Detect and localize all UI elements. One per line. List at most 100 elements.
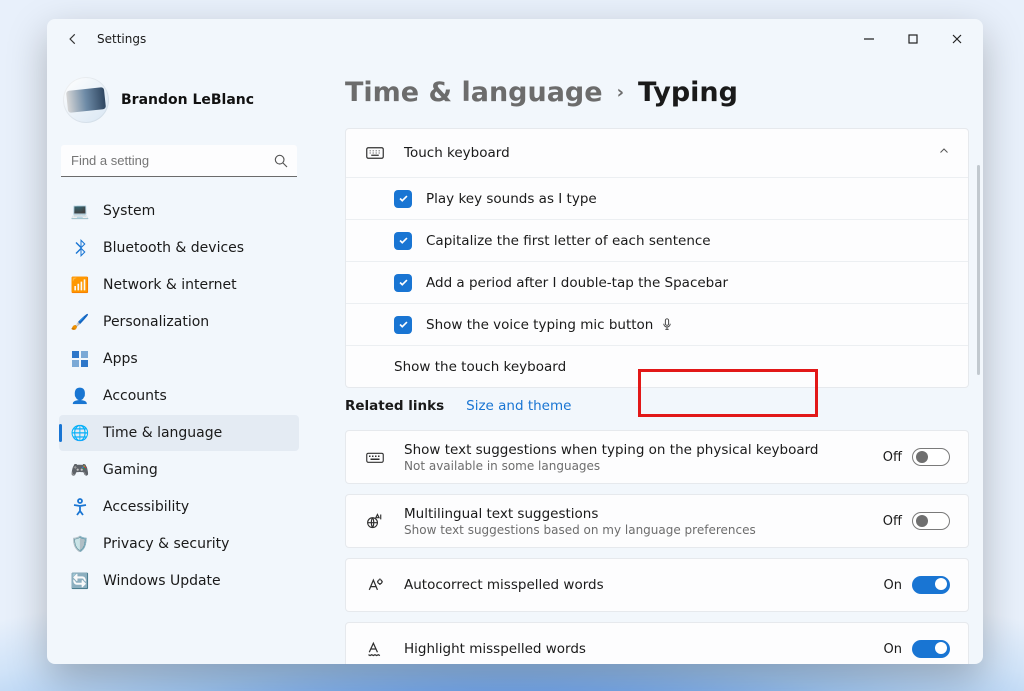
nav: 💻System Bluetooth & devices 📶 Network & int…	[59, 193, 299, 599]
toggle[interactable]: On	[884, 640, 950, 658]
profile-name: Brandon LeBlanc	[121, 92, 254, 108]
nav-icon: 👤	[71, 387, 89, 405]
setting-card: Show text suggestions when typing on the…	[345, 430, 969, 484]
sidebar-item-network-internet[interactable]: 📶 Network & internet	[59, 267, 299, 303]
nav-label: Personalization	[103, 314, 209, 330]
sidebar-item-privacy-security[interactable]: 🛡️Privacy & security	[59, 526, 299, 562]
sidebar-item-personalization[interactable]: 🖌️ Personalization	[59, 304, 299, 340]
nav-label: Time & language	[103, 425, 222, 441]
close-icon	[952, 34, 962, 44]
nav-label: Accounts	[103, 388, 167, 404]
checkbox[interactable]	[394, 232, 412, 250]
sidebar-item-bluetooth-devices[interactable]: Bluetooth & devices	[59, 230, 299, 266]
close-button[interactable]	[935, 21, 979, 57]
keyboard-icon	[364, 144, 386, 162]
option-label: Capitalize the first letter of each sent…	[426, 233, 711, 249]
setting-row[interactable]: Multilingual text suggestionsShow text s…	[346, 495, 968, 547]
related-label: Related links	[345, 398, 444, 414]
switch[interactable]	[912, 448, 950, 466]
nav-icon: 💻	[71, 202, 89, 220]
option-label: Show the touch keyboard	[394, 359, 566, 375]
window-title: Settings	[97, 32, 146, 46]
avatar	[63, 77, 109, 123]
toggle[interactable]: Off	[883, 448, 950, 466]
nav-label: Privacy & security	[103, 536, 229, 552]
related-links: Related links Size and theme	[345, 398, 969, 414]
search-box[interactable]	[61, 145, 297, 177]
minimize-button[interactable]	[847, 21, 891, 57]
setting-title: Show text suggestions when typing on the…	[404, 442, 883, 458]
toggle[interactable]: Off	[883, 512, 950, 530]
touch-keyboard-header[interactable]: Touch keyboard	[346, 129, 968, 177]
setting-row[interactable]: Autocorrect misspelled wordsOn	[346, 559, 968, 611]
switch[interactable]	[912, 640, 950, 658]
setting-subtitle: Not available in some languages	[404, 459, 883, 473]
nav-icon: 🎮	[71, 461, 89, 479]
touch-keyboard-title: Touch keyboard	[404, 145, 510, 161]
sidebar-item-gaming[interactable]: 🎮 Gaming	[59, 452, 299, 488]
nav-label: Accessibility	[103, 499, 189, 515]
touch-keyboard-option[interactable]: Capitalize the first letter of each sent…	[346, 219, 968, 261]
nav-label: Windows Update	[103, 573, 221, 589]
nav-label: Bluetooth & devices	[103, 240, 244, 256]
sidebar: Brandon LeBlanc 💻System Bluetooth & devic…	[47, 59, 307, 664]
sidebar-item-accessibility[interactable]: Accessibility	[59, 489, 299, 525]
arrow-left-icon	[66, 32, 80, 46]
setting-card: Multilingual text suggestionsShow text s…	[345, 494, 969, 548]
breadcrumb-parent[interactable]: Time & language	[345, 77, 603, 108]
back-button[interactable]	[55, 21, 91, 57]
scrollbar[interactable]	[977, 165, 980, 375]
touch-keyboard-option[interactable]: Show the voice typing mic button	[346, 303, 968, 345]
setting-icon	[364, 448, 386, 466]
profile[interactable]: Brandon LeBlanc	[59, 63, 299, 141]
setting-title: Autocorrect misspelled words	[404, 577, 884, 593]
toggle[interactable]: On	[884, 576, 950, 594]
sidebar-item-time-language[interactable]: 🌐Time & language	[59, 415, 299, 451]
setting-row[interactable]: Show text suggestions when typing on the…	[346, 431, 968, 483]
sidebar-item-windows-update[interactable]: 🔄 Windows Update	[59, 563, 299, 599]
maximize-icon	[908, 34, 918, 44]
titlebar: Settings	[47, 19, 983, 59]
sidebar-item-accounts[interactable]: 👤 Accounts	[59, 378, 299, 414]
touch-keyboard-card: Touch keyboard Play key sounds as I type…	[345, 128, 969, 388]
nav-icon	[71, 239, 89, 257]
checkbox[interactable]	[394, 316, 412, 334]
option-label: Play key sounds as I type	[426, 191, 597, 207]
toggle-state: On	[884, 642, 902, 657]
size-and-theme-link[interactable]: Size and theme	[466, 398, 571, 414]
nav-label: Network & internet	[103, 277, 237, 293]
nav-label: Gaming	[103, 462, 158, 478]
setting-icon	[364, 576, 386, 594]
setting-row[interactable]: Highlight misspelled wordsOn	[346, 623, 968, 664]
setting-icon	[364, 512, 386, 530]
chevron-up-icon	[938, 145, 950, 157]
sidebar-item-system[interactable]: 💻System	[59, 193, 299, 229]
collapse-button[interactable]	[938, 145, 950, 161]
toggle-state: On	[884, 578, 902, 593]
nav-icon: 🔄	[71, 572, 89, 590]
checkbox[interactable]	[394, 274, 412, 292]
touch-keyboard-option[interactable]: Add a period after I double-tap the Spac…	[346, 261, 968, 303]
search-icon	[273, 153, 289, 169]
nav-icon	[71, 350, 89, 368]
nav-icon: 🖌️	[71, 313, 89, 331]
touch-keyboard-option[interactable]: Play key sounds as I type	[346, 177, 968, 219]
chevron-right-icon: ›	[617, 82, 624, 103]
nav-label: Apps	[103, 351, 138, 367]
maximize-button[interactable]	[891, 21, 935, 57]
touch-keyboard-option[interactable]: Show the touch keyboard	[346, 345, 968, 387]
toggle-state: Off	[883, 450, 902, 465]
sidebar-item-apps[interactable]: Apps	[59, 341, 299, 377]
minimize-icon	[864, 34, 874, 44]
checkbox[interactable]	[394, 190, 412, 208]
search-input[interactable]	[61, 145, 297, 176]
switch[interactable]	[912, 512, 950, 530]
option-label: Show the voice typing mic button	[426, 317, 672, 333]
settings-window: Settings Brandon LeBlanc 💻System Bluetoot…	[47, 19, 983, 664]
nav-icon: 📶	[71, 276, 89, 294]
toggle-state: Off	[883, 514, 902, 529]
setting-card: Highlight misspelled wordsOn	[345, 622, 969, 664]
window-chrome	[847, 21, 979, 57]
switch[interactable]	[912, 576, 950, 594]
setting-card: Autocorrect misspelled wordsOn	[345, 558, 969, 612]
